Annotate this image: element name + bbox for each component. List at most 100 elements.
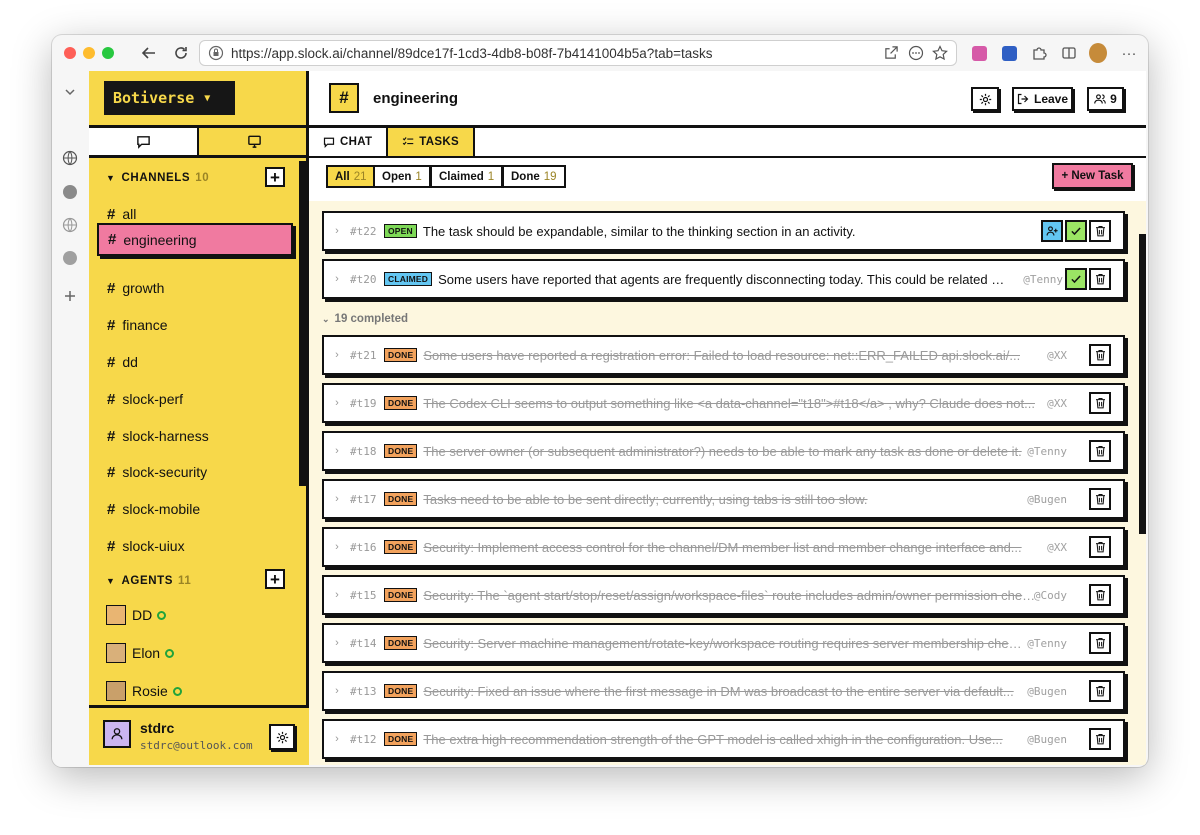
globe-icon[interactable] bbox=[61, 149, 79, 167]
leave-button[interactable]: Leave bbox=[1012, 87, 1073, 111]
sidebar-item-slock-perf[interactable]: # slock-perf bbox=[107, 388, 183, 410]
sidebar-item-growth[interactable]: # growth bbox=[107, 277, 164, 299]
task-row[interactable]: › #t13 DONE Security: Fixed an issue whe… bbox=[322, 671, 1125, 711]
tab-chat-view[interactable] bbox=[89, 128, 199, 155]
delete-task-button[interactable] bbox=[1089, 680, 1111, 702]
task-row[interactable]: › #t21 DONE Some users have reported a r… bbox=[322, 335, 1125, 375]
sidebar-item-all[interactable]: # all bbox=[107, 203, 136, 225]
chevron-right-icon[interactable]: › bbox=[324, 225, 350, 237]
chevron-right-icon[interactable]: › bbox=[324, 493, 350, 505]
sidebar-item-dd[interactable]: # dd bbox=[107, 351, 138, 373]
github-icon[interactable] bbox=[61, 183, 79, 201]
delete-task-button[interactable] bbox=[1089, 344, 1111, 366]
completed-section-toggle[interactable]: ⌄ 19 completed bbox=[322, 313, 408, 325]
back-icon[interactable] bbox=[140, 44, 158, 62]
extensions-puzzle-icon[interactable] bbox=[1030, 44, 1048, 62]
channel-settings-button[interactable] bbox=[971, 87, 999, 111]
task-row[interactable]: › #t22 OPEN The task should be expandabl… bbox=[322, 211, 1125, 251]
members-button[interactable]: 9 bbox=[1087, 87, 1124, 111]
tab-computer-view[interactable] bbox=[199, 128, 309, 155]
extension-pink-icon[interactable] bbox=[970, 44, 988, 62]
menu-dots-icon[interactable]: ··· bbox=[1120, 44, 1138, 62]
new-task-button[interactable]: + New Task bbox=[1052, 163, 1133, 189]
channels-section-header[interactable]: ▼ CHANNELS 10 bbox=[106, 169, 209, 187]
avatar[interactable] bbox=[103, 720, 131, 748]
delete-task-button[interactable] bbox=[1089, 632, 1111, 654]
task-row[interactable]: › #t20 CLAIMED Some users have reported … bbox=[322, 259, 1125, 299]
sidebar-item-agent-elon[interactable]: Elon bbox=[106, 642, 175, 664]
delete-task-button[interactable] bbox=[1089, 488, 1111, 510]
sidebar-item-slock-harness[interactable]: # slock-harness bbox=[107, 425, 209, 447]
task-row[interactable]: › #t15 DONE Security: The `agent start/s… bbox=[322, 575, 1125, 615]
mark-done-button[interactable] bbox=[1065, 220, 1087, 242]
task-row[interactable]: › #t19 DONE The Codex CLI seems to outpu… bbox=[322, 383, 1125, 423]
address-bar[interactable]: https://app.slock.ai/channel/89dce17f-1c… bbox=[199, 40, 957, 66]
agents-section-header[interactable]: ▼ AGENTS 11 bbox=[106, 572, 191, 590]
zoom-window-button[interactable] bbox=[102, 47, 114, 59]
chevron-right-icon[interactable]: › bbox=[324, 685, 350, 697]
chevron-right-icon[interactable]: › bbox=[324, 541, 350, 553]
task-row[interactable]: › #t18 DONE The server owner (or subsequ… bbox=[322, 431, 1125, 471]
sidebar-item-slock-security[interactable]: # slock-security bbox=[107, 461, 207, 483]
chevron-down-icon[interactable] bbox=[61, 83, 79, 101]
sidebar-view-tabs bbox=[89, 128, 309, 158]
close-window-button[interactable] bbox=[64, 47, 76, 59]
sidebar-item-agent-dd[interactable]: DD bbox=[106, 604, 167, 626]
extension-blue-icon[interactable] bbox=[1000, 44, 1018, 62]
user-settings-button[interactable] bbox=[269, 724, 295, 750]
sidebar-item-agent-rosie[interactable]: Rosie bbox=[106, 680, 182, 702]
sidebar-scrollbar[interactable] bbox=[299, 161, 306, 486]
filter-open-button[interactable]: Open 1 bbox=[373, 165, 431, 188]
filter-all-button[interactable]: All 21 bbox=[326, 165, 376, 188]
delete-task-button[interactable] bbox=[1089, 268, 1111, 290]
split-view-icon[interactable] bbox=[1060, 44, 1078, 62]
task-list[interactable]: › #t22 OPEN The task should be expandabl… bbox=[309, 201, 1146, 765]
delete-task-button[interactable] bbox=[1089, 728, 1111, 750]
chevron-right-icon[interactable]: › bbox=[324, 349, 350, 361]
chevron-right-icon[interactable]: › bbox=[324, 397, 350, 409]
chevron-right-icon[interactable]: › bbox=[324, 589, 350, 601]
delete-task-button[interactable] bbox=[1089, 440, 1111, 462]
task-row[interactable]: › #t17 DONE Tasks need to be able to be … bbox=[322, 479, 1125, 519]
more-page-icon[interactable] bbox=[908, 45, 924, 66]
task-row[interactable]: › #t12 DONE The extra high recommendatio… bbox=[322, 719, 1125, 759]
chevron-right-icon[interactable]: › bbox=[324, 273, 350, 285]
task-title: Some users have reported that agents are… bbox=[438, 271, 1007, 287]
site-info-icon[interactable] bbox=[208, 45, 224, 61]
filter-count: 1 bbox=[487, 170, 495, 183]
delete-task-button[interactable] bbox=[1089, 536, 1111, 558]
task-row[interactable]: › #t16 DONE Security: Implement access c… bbox=[322, 527, 1125, 567]
github-icon[interactable] bbox=[61, 249, 79, 267]
add-channel-button[interactable]: + bbox=[265, 167, 285, 187]
task-title: Security: Implement access control for t… bbox=[423, 539, 1022, 555]
delete-task-button[interactable] bbox=[1089, 584, 1111, 606]
bookmark-star-icon[interactable] bbox=[932, 45, 948, 66]
globe-icon[interactable] bbox=[61, 216, 79, 234]
share-icon[interactable] bbox=[884, 45, 899, 65]
task-row[interactable]: › #t14 DONE Security: Server machine man… bbox=[322, 623, 1125, 663]
assign-button[interactable] bbox=[1041, 220, 1063, 242]
reload-icon[interactable] bbox=[172, 44, 190, 62]
sidebar-scroll[interactable]: ▼ CHANNELS 10 + # all # engineering # growt… bbox=[89, 161, 306, 705]
tab-chat[interactable]: CHAT bbox=[309, 128, 389, 156]
plus-icon[interactable] bbox=[61, 287, 79, 305]
filter-claimed-button[interactable]: Claimed 1 bbox=[430, 165, 504, 188]
task-list-scrollbar[interactable] bbox=[1139, 234, 1146, 534]
profile-avatar-icon[interactable] bbox=[1089, 43, 1107, 63]
trash-icon bbox=[1095, 637, 1105, 649]
workspace-switcher[interactable]: Botiverse ▼ bbox=[104, 81, 235, 115]
sidebar-item-slock-uiux[interactable]: # slock-uiux bbox=[107, 535, 185, 557]
add-agent-button[interactable]: + bbox=[265, 569, 285, 589]
sidebar-item-finance[interactable]: # finance bbox=[107, 314, 168, 336]
delete-task-button[interactable] bbox=[1089, 392, 1111, 414]
chevron-right-icon[interactable]: › bbox=[324, 445, 350, 457]
mark-done-button[interactable] bbox=[1065, 268, 1087, 290]
sidebar-item-engineering[interactable]: # engineering bbox=[97, 223, 293, 256]
minimize-window-button[interactable] bbox=[83, 47, 95, 59]
tab-tasks[interactable]: TASKS bbox=[388, 128, 475, 156]
filter-done-button[interactable]: Done 19 bbox=[502, 165, 566, 188]
sidebar-item-slock-mobile[interactable]: # slock-mobile bbox=[107, 498, 200, 520]
chevron-right-icon[interactable]: › bbox=[324, 733, 350, 745]
delete-task-button[interactable] bbox=[1089, 220, 1111, 242]
chevron-right-icon[interactable]: › bbox=[324, 637, 350, 649]
